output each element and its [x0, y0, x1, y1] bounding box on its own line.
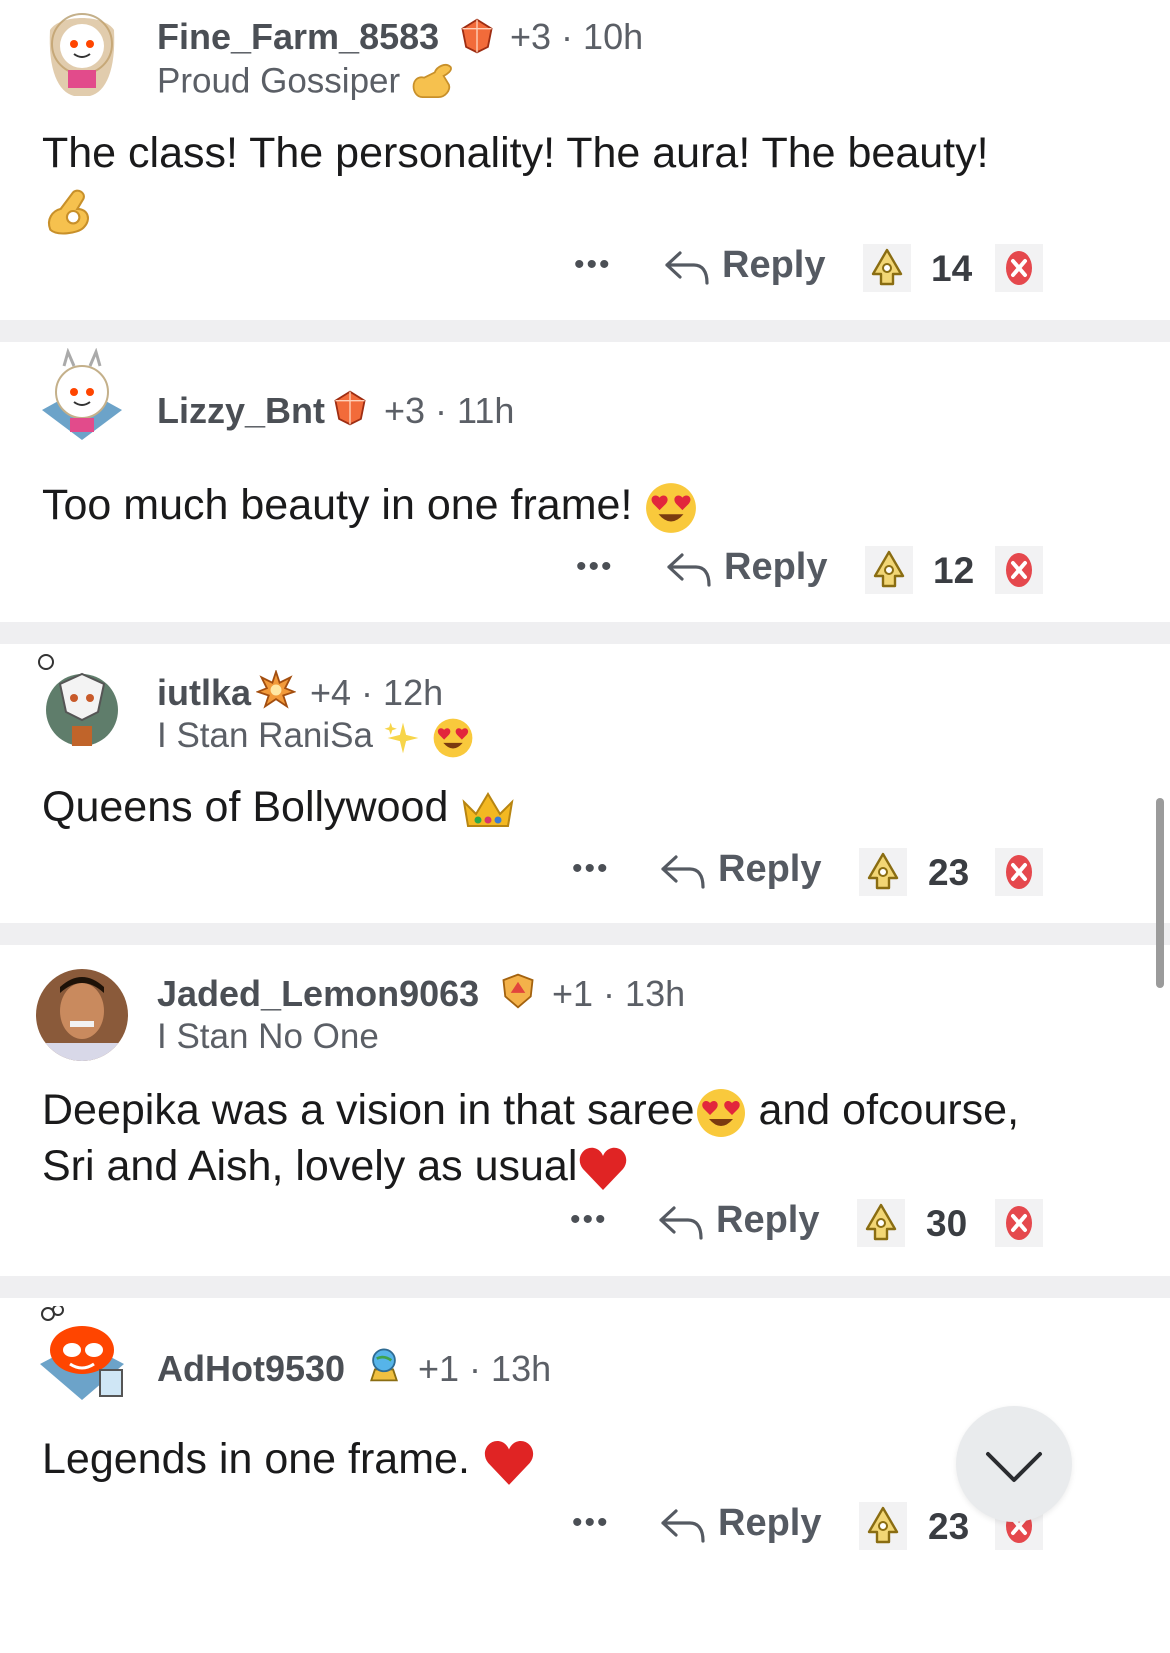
downvote-button[interactable]: [995, 1199, 1043, 1247]
comment-actions: ••• Reply 12: [0, 546, 1170, 594]
downvote-button[interactable]: [995, 244, 1043, 292]
reply-button[interactable]: Reply: [666, 546, 827, 594]
downvote-icon: [995, 848, 1043, 896]
comment-body: Queens of Bollywood: [42, 780, 1110, 835]
comment-body: Too much beauty in one frame!: [42, 478, 1110, 535]
achievement-count: +4: [310, 672, 352, 713]
heart-eyes-icon: [644, 481, 698, 535]
reply-icon: [660, 1508, 706, 1544]
downvote-icon: [995, 244, 1043, 292]
achievement-count: +1: [418, 1348, 460, 1389]
downvote-button[interactable]: [995, 848, 1043, 896]
user-avatar[interactable]: [34, 654, 130, 750]
reply-icon: [660, 854, 706, 890]
achievement-badge-icon: [330, 388, 370, 428]
reply-button[interactable]: Reply: [660, 1502, 821, 1550]
achievement-badge-icon: [498, 971, 538, 1011]
reply-button[interactable]: Reply: [664, 244, 825, 292]
upvote-button[interactable]: [865, 546, 913, 594]
comment-meta: +3 · 10h: [510, 16, 644, 57]
comment-time: 10h: [583, 16, 644, 57]
call-me-hand-icon: [410, 60, 456, 106]
achievement-badge-icon: [457, 16, 497, 56]
achievement-count: +1: [552, 973, 594, 1014]
comment-time: 13h: [625, 973, 686, 1014]
reply-icon: [664, 250, 710, 286]
scrollbar-thumb[interactable]: [1156, 798, 1164, 988]
chevron-down-icon: [986, 1452, 1042, 1482]
achievement-count: +3: [384, 390, 426, 431]
comment-body: Deepika was a vision in that saree and o…: [42, 1083, 1110, 1194]
user-avatar[interactable]: [34, 0, 130, 96]
upvote-button[interactable]: [863, 244, 911, 292]
ok-hand-icon: [42, 184, 96, 238]
comment-actions: ••• Reply 14: [0, 244, 1170, 292]
reply-button[interactable]: Reply: [658, 1199, 819, 1247]
username[interactable]: Lizzy_Bnt: [157, 390, 325, 432]
more-options-button[interactable]: •••: [572, 1506, 610, 1540]
red-heart-icon: [577, 1142, 629, 1194]
vote-count: 14: [931, 248, 973, 289]
user-flair: I Stan No One: [157, 1017, 379, 1056]
comment-body: Legends in one frame.: [42, 1432, 1110, 1489]
comment-meta: +1 · 13h: [552, 973, 686, 1014]
username[interactable]: Fine_Farm_8583: [157, 16, 439, 58]
more-options-button[interactable]: •••: [572, 852, 610, 886]
comment-meta: +3 · 11h: [384, 390, 515, 431]
comment-actions: ••• Reply 23: [0, 848, 1170, 896]
upvote-button[interactable]: [859, 848, 907, 896]
upvote-icon: [859, 1502, 907, 1550]
comment-time: 13h: [491, 1348, 552, 1389]
comment-separator: [0, 923, 1170, 945]
upvote-icon: [865, 546, 913, 594]
upvote-icon: [863, 244, 911, 292]
upvote-button[interactable]: [857, 1199, 905, 1247]
user-avatar[interactable]: [34, 1306, 130, 1402]
achievement-badge-icon: [364, 1344, 404, 1384]
username[interactable]: AdHot9530: [157, 1348, 345, 1390]
downvote-button[interactable]: [995, 546, 1043, 594]
vote-count: 30: [926, 1203, 968, 1244]
comment-time: 11h: [457, 390, 515, 431]
comment-separator: [0, 622, 1170, 644]
heart-eyes-icon: [432, 717, 474, 759]
upvote-icon: [859, 848, 907, 896]
username[interactable]: iutlka: [157, 672, 251, 714]
sparkles-icon: [383, 718, 423, 758]
username[interactable]: Jaded_Lemon9063: [157, 973, 479, 1015]
user-avatar[interactable]: [34, 348, 130, 444]
comment-body: The class! The personality! The aura! Th…: [42, 126, 1110, 238]
more-options-button[interactable]: •••: [576, 550, 614, 584]
vote-count: 12: [933, 550, 975, 591]
red-heart-icon: [482, 1435, 536, 1489]
comment-meta: +1 · 13h: [418, 1348, 552, 1389]
reply-icon: [666, 552, 712, 588]
reply-icon: [658, 1205, 704, 1241]
user-avatar[interactable]: [34, 967, 130, 1063]
upvote-button[interactable]: [859, 1502, 907, 1550]
crown-icon: [460, 787, 516, 833]
user-flair: I Stan RaniSa: [157, 716, 474, 759]
comment-separator: [0, 320, 1170, 342]
more-options-button[interactable]: •••: [570, 1203, 608, 1237]
more-options-button[interactable]: •••: [574, 248, 612, 282]
heart-eyes-icon: [695, 1087, 747, 1139]
downvote-icon: [995, 1199, 1043, 1247]
comment-time: 12h: [383, 672, 444, 713]
comment-meta: +4 · 12h: [310, 672, 444, 713]
achievement-count: +3: [510, 16, 552, 57]
downvote-icon: [995, 546, 1043, 594]
reply-button[interactable]: Reply: [660, 848, 821, 896]
user-flair: Proud Gossiper: [157, 60, 456, 106]
comment-actions: ••• Reply 30: [0, 1199, 1170, 1247]
achievement-badge-icon: [256, 670, 296, 710]
next-comment-button[interactable]: [956, 1406, 1072, 1522]
vote-count: 23: [928, 852, 970, 893]
comment-separator: [0, 1276, 1170, 1298]
upvote-icon: [857, 1199, 905, 1247]
